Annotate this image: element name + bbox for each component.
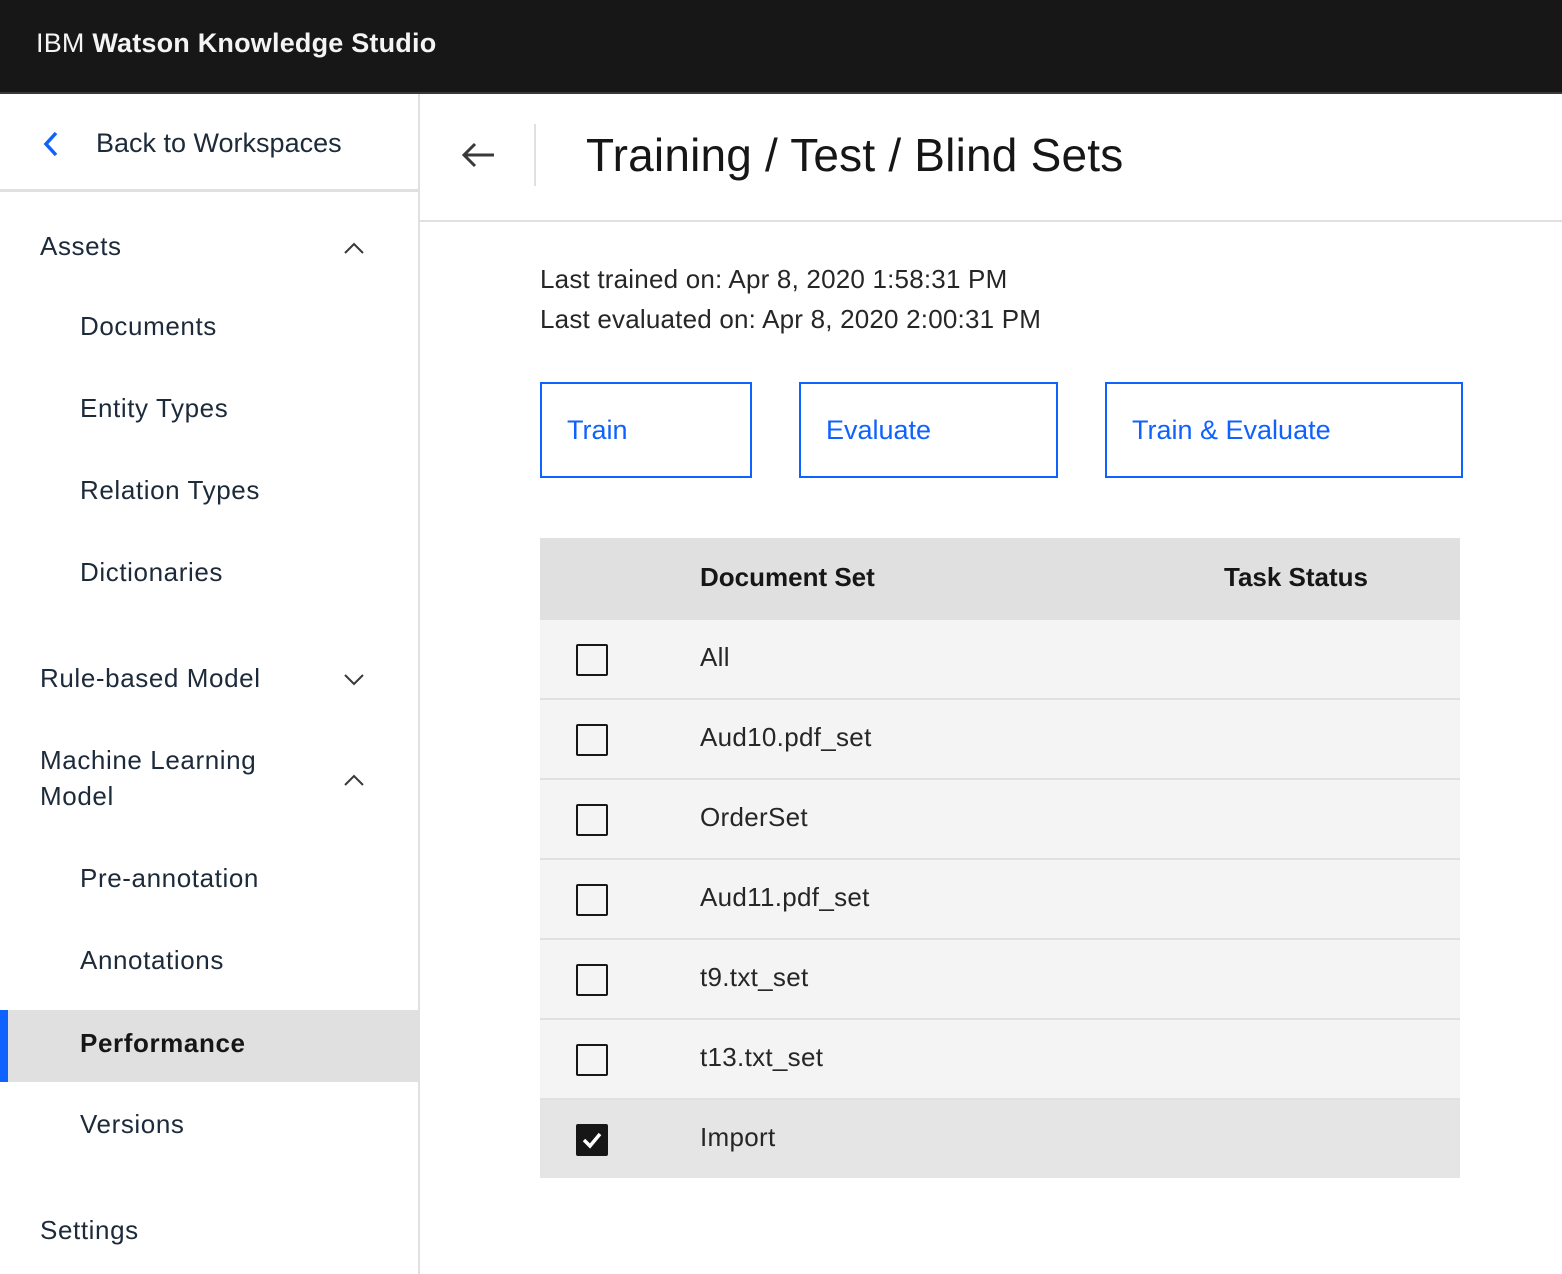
sidebar-item-label: Relation Types <box>80 475 260 505</box>
sidebar-item-label: Performance <box>80 1028 246 1058</box>
nav-section-assets[interactable]: Assets <box>0 218 418 278</box>
nav-section-rule-based-model[interactable]: Rule-based Model <box>0 652 418 712</box>
document-set-name: t13.txt_set <box>700 1042 824 1072</box>
document-set-table: Document Set Task Status All Aud10.pdf_se… <box>540 538 1460 1178</box>
document-set-name: Import <box>700 1122 776 1152</box>
header-divider <box>534 124 536 186</box>
table-row[interactable]: t9.txt_set <box>540 938 1460 1018</box>
sidebar: Back to Workspaces Assets Documents Enti… <box>0 94 420 1274</box>
sidebar-item-annotations[interactable]: Annotations <box>0 927 418 999</box>
sidebar-item-relation-types[interactable]: Relation Types <box>0 457 418 529</box>
active-indicator <box>0 1010 8 1082</box>
sidebar-item-label: Documents <box>80 311 217 341</box>
sidebar-item-entity-types[interactable]: Entity Types <box>0 375 418 447</box>
sidebar-item-label: Versions <box>80 1109 185 1139</box>
row-checkbox[interactable] <box>576 804 608 836</box>
page-title: Training / Test / Blind Sets <box>586 129 1124 181</box>
chevron-up-icon <box>344 774 364 786</box>
sidebar-item-versions[interactable]: Versions <box>0 1091 418 1163</box>
evaluate-button[interactable]: Evaluate <box>799 382 1058 478</box>
row-checkbox[interactable] <box>576 724 608 756</box>
train-button[interactable]: Train <box>540 382 752 478</box>
document-set-name: All <box>700 642 730 672</box>
app-brand[interactable]: IBM Watson Knowledge Studio <box>36 28 436 59</box>
nav-section-label: Settings <box>40 1215 139 1245</box>
chevron-left-icon <box>43 131 58 157</box>
last-trained-text: Last trained on: Apr 8, 2020 1:58:31 PM <box>540 264 1008 294</box>
back-to-workspaces-link[interactable]: Back to Workspaces <box>0 94 418 192</box>
arrow-left-icon[interactable] <box>460 140 496 170</box>
table-row[interactable]: All <box>540 618 1460 698</box>
table-row[interactable]: Aud11.pdf_set <box>540 858 1460 938</box>
row-checkbox[interactable] <box>576 1124 608 1156</box>
nav-section-label: Rule-based Model <box>40 663 261 693</box>
table-row[interactable]: OrderSet <box>540 778 1460 858</box>
top-header-bar: IBM Watson Knowledge Studio <box>0 0 1562 94</box>
nav-section-label-line2: Model <box>40 781 114 811</box>
table-header: Document Set Task Status <box>540 538 1460 618</box>
table-row[interactable]: Aud10.pdf_set <box>540 698 1460 778</box>
document-set-name: Aud11.pdf_set <box>700 882 870 912</box>
chevron-up-icon <box>344 242 364 254</box>
sidebar-item-label: Dictionaries <box>80 557 224 587</box>
sidebar-item-label: Annotations <box>80 945 224 975</box>
nav-section-label-line1: Machine Learning <box>40 745 257 775</box>
sidebar-item-documents[interactable]: Documents <box>0 293 418 365</box>
table-row[interactable]: Import <box>540 1098 1460 1178</box>
sidebar-item-dictionaries[interactable]: Dictionaries <box>0 539 418 611</box>
last-evaluated-text: Last evaluated on: Apr 8, 2020 2:00:31 P… <box>540 304 1042 334</box>
train-evaluate-button[interactable]: Train & Evaluate <box>1105 382 1463 478</box>
document-set-name: Aud10.pdf_set <box>700 722 872 752</box>
row-checkbox[interactable] <box>576 884 608 916</box>
nav-section-settings[interactable]: Settings <box>0 1204 418 1260</box>
nav-section-machine-learning-model[interactable]: Machine Learning Model <box>0 740 418 820</box>
table-body: All Aud10.pdf_set OrderSet Aud11.pdf_set t9.… <box>540 618 1460 1178</box>
sidebar-item-pre-annotation[interactable]: Pre-annotation <box>0 845 418 917</box>
sidebar-item-label: Pre-annotation <box>80 863 259 893</box>
document-set-name: t9.txt_set <box>700 962 809 992</box>
row-checkbox[interactable] <box>576 1044 608 1076</box>
row-checkbox[interactable] <box>576 644 608 676</box>
column-header-document-set: Document Set <box>700 562 875 592</box>
checkmark-icon <box>582 1132 602 1149</box>
chevron-down-icon <box>344 674 364 686</box>
sidebar-item-label: Entity Types <box>80 393 229 423</box>
back-to-workspaces-label: Back to Workspaces <box>96 128 342 158</box>
brand-name: Watson Knowledge Studio <box>92 28 437 58</box>
brand-prefix: IBM <box>36 28 85 58</box>
main-content: Training / Test / Blind Sets Last traine… <box>420 94 1562 1274</box>
row-checkbox[interactable] <box>576 964 608 996</box>
nav-section-label: Assets <box>40 231 122 261</box>
document-set-name: OrderSet <box>700 802 808 832</box>
table-row[interactable]: t13.txt_set <box>540 1018 1460 1098</box>
sidebar-item-performance[interactable]: Performance <box>0 1010 418 1082</box>
column-header-task-status: Task Status <box>1224 562 1369 592</box>
page-header: Training / Test / Blind Sets <box>420 94 1562 222</box>
